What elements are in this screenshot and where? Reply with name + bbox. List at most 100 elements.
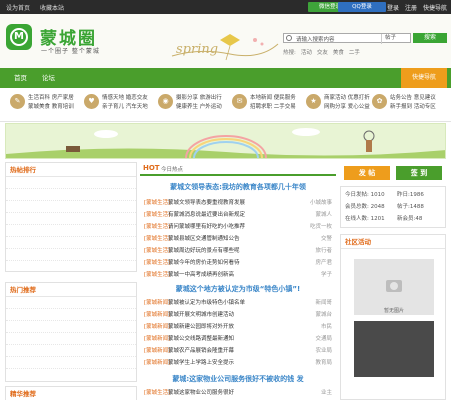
news-tag[interactable]: [蒙城生活] — [144, 258, 170, 268]
table-row[interactable]: [蒙城新闻] 蒙城被认定为市级特色小镇名单 新闻哥 — [144, 298, 332, 308]
category-link[interactable]: 蒙城美食 — [28, 104, 50, 110]
news-author[interactable]: 小城故事 — [302, 198, 332, 208]
table-row[interactable]: [蒙城生活] 蒙城文领导表态要重视教育发展 小城故事 — [144, 198, 332, 208]
table-row[interactable]: [蒙城新闻] 蒙城农产品展销会隆重开幕 农业局 — [144, 346, 332, 356]
news-author[interactable]: 学子 — [302, 270, 332, 280]
news-title[interactable]: 蒙城周边好玩的景点有哪些呢 — [168, 246, 288, 256]
hotword-link[interactable]: 交友 — [317, 48, 328, 56]
news-author[interactable]: 教育局 — [302, 358, 332, 368]
news-author[interactable]: 新闻哥 — [302, 298, 332, 308]
news-author[interactable]: 交通局 — [302, 334, 332, 344]
list-item[interactable] — [6, 357, 136, 369]
hotword-link[interactable]: 二手 — [349, 48, 360, 56]
hot-subtitle[interactable]: 今日热点 — [161, 165, 183, 173]
category-link[interactable]: 情感天地 — [102, 95, 124, 101]
category-link[interactable]: 站务公告 — [390, 95, 412, 101]
news-author[interactable]: 房产君 — [302, 258, 332, 268]
news-title[interactable]: 蒙城公交线路调整最新通知 — [168, 334, 288, 344]
table-row[interactable]: [蒙城生活] 蒙城这家物业公司服务很好 业主 — [144, 388, 332, 398]
set-homepage-link[interactable]: 设为首页 — [6, 3, 30, 12]
category-link[interactable]: 招聘求职 — [250, 104, 272, 110]
category-link[interactable]: 旅游出行 — [200, 95, 222, 101]
quick-nav-link[interactable]: 快捷导航 — [423, 3, 447, 12]
news-tag[interactable]: [蒙城新闻] — [144, 334, 170, 344]
headline[interactable]: 蒙城这个地方被认定为市级“特色小镇”! — [140, 284, 336, 294]
news-title[interactable]: 蒙城农产品展销会隆重开幕 — [168, 346, 288, 356]
post-button[interactable]: 发 帖 — [344, 166, 390, 180]
category-link[interactable]: 意见建议 — [414, 95, 436, 101]
hotword-link[interactable]: 美食 — [333, 48, 344, 56]
news-author[interactable]: 旅行者 — [302, 246, 332, 256]
news-tag[interactable]: [蒙城生活] — [144, 222, 170, 232]
nav-item-forum[interactable]: 论坛 — [42, 68, 55, 88]
list-item[interactable] — [6, 333, 136, 345]
news-title[interactable]: 蒙城被认定为市级特色小镇名单 — [168, 298, 288, 308]
register-link[interactable]: 注册 — [405, 3, 417, 12]
news-tag[interactable]: [蒙城生活] — [144, 270, 170, 280]
landscape-banner[interactable] — [5, 123, 446, 159]
news-author[interactable]: 蒙城台 — [302, 310, 332, 320]
news-title[interactable]: 蒙城文领导表态要重视教育发展 — [168, 198, 288, 208]
category-link[interactable]: 健康养生 — [176, 104, 198, 110]
category-link[interactable]: 亲子育儿 — [102, 104, 124, 110]
news-title[interactable]: 蒙城开展文明城市创建活动 — [168, 310, 288, 320]
news-author[interactable]: 市民 — [302, 322, 332, 332]
news-tag[interactable]: [蒙城新闻] — [144, 346, 170, 356]
category-link[interactable]: 房产家居 — [52, 95, 74, 101]
list-item[interactable] — [6, 249, 136, 261]
table-row[interactable]: [蒙城新闻] 蒙城学生上学路上安全提示 教育局 — [144, 358, 332, 368]
news-author[interactable]: 蒙城人 — [302, 210, 332, 220]
news-author[interactable]: 交警 — [302, 234, 332, 244]
category-link[interactable]: 汽车天地 — [126, 104, 148, 110]
list-item[interactable] — [6, 177, 136, 189]
list-item[interactable] — [6, 309, 136, 321]
category-link[interactable]: 二手交易 — [274, 104, 296, 110]
news-author[interactable]: 业主 — [302, 388, 332, 398]
news-title[interactable]: 蒙城县城区交通管制通知公告 — [168, 234, 288, 244]
list-item[interactable] — [6, 345, 136, 357]
news-title[interactable]: 蒙城今年的房价走势如何看待 — [168, 258, 288, 268]
login-link[interactable]: 登录 — [387, 3, 399, 12]
news-tag[interactable]: [蒙城生活] — [144, 246, 170, 256]
list-item[interactable] — [6, 213, 136, 225]
category-link[interactable]: 爱心公益 — [348, 104, 370, 110]
news-tag[interactable]: [蒙城生活] — [144, 198, 170, 208]
category-link[interactable]: 优惠打折 — [348, 95, 370, 101]
category-link[interactable]: 新手报到 — [390, 104, 412, 110]
logo-icon[interactable]: M — [6, 24, 32, 50]
list-item[interactable] — [6, 237, 136, 249]
search-button[interactable]: 搜索 — [413, 33, 447, 43]
table-row[interactable]: [蒙城新闻] 蒙城公交线路调整最新通知 交通局 — [144, 334, 332, 344]
quick-nav-button[interactable]: 快捷导航 — [401, 68, 447, 88]
list-item[interactable] — [6, 297, 136, 309]
news-tag[interactable]: [蒙城新闻] — [144, 298, 170, 308]
category-link[interactable]: 便民服务 — [274, 95, 296, 101]
activity-photo-placeholder[interactable]: 暂无图片 — [354, 259, 434, 315]
category-link[interactable]: 商家活动 — [324, 95, 346, 101]
news-tag[interactable]: [蒙城新闻] — [144, 310, 170, 320]
table-row[interactable]: [蒙城生活] 有蒙城消息说最近要出台新规定 蒙城人 — [144, 210, 332, 220]
news-tag[interactable]: [蒙城生活] — [144, 210, 170, 220]
news-title[interactable]: 蒙城学生上学路上安全提示 — [168, 358, 288, 368]
headline[interactable]: 蒙城:这家物业公司服务很好不被收的钱 发 — [140, 374, 336, 384]
category-link[interactable]: 户外运动 — [200, 104, 222, 110]
news-title[interactable]: 请问蒙城哪里有好吃的小吃推荐 — [168, 222, 288, 232]
signin-button[interactable]: 签 到 — [396, 166, 442, 180]
news-title[interactable]: 蒙城一中高考成绩再创新高 — [168, 270, 288, 280]
category-link[interactable]: 婚恋交友 — [126, 95, 148, 101]
category-link[interactable]: 摄影分享 — [176, 95, 198, 101]
search-scope-select[interactable]: 帖子 — [381, 34, 411, 44]
news-author[interactable]: 吃货一枚 — [302, 222, 332, 232]
news-tag[interactable]: [蒙城生活] — [144, 234, 170, 244]
headline[interactable]: 蒙城文领导表态:我坊的教育各项都几十年领 — [140, 182, 336, 192]
category-link[interactable]: 教育培训 — [52, 104, 74, 110]
qq-login-button[interactable]: QQ登录 — [338, 2, 386, 12]
nav-item-home[interactable]: 首页 — [14, 68, 27, 88]
category-link[interactable]: 活动专区 — [414, 104, 436, 110]
table-row[interactable]: [蒙城生活] 蒙城今年的房价走势如何看待 房产君 — [144, 258, 332, 268]
table-row[interactable]: [蒙城新闻] 蒙城开展文明城市创建活动 蒙城台 — [144, 310, 332, 320]
table-row[interactable]: [蒙城新闻] 蒙城新建公园即将对外开放 市民 — [144, 322, 332, 332]
category-link[interactable]: 本地新闻 — [250, 95, 272, 101]
table-row[interactable]: [蒙城生活] 蒙城周边好玩的景点有哪些呢 旅行者 — [144, 246, 332, 256]
news-title[interactable]: 有蒙城消息说最近要出台新规定 — [168, 210, 288, 220]
